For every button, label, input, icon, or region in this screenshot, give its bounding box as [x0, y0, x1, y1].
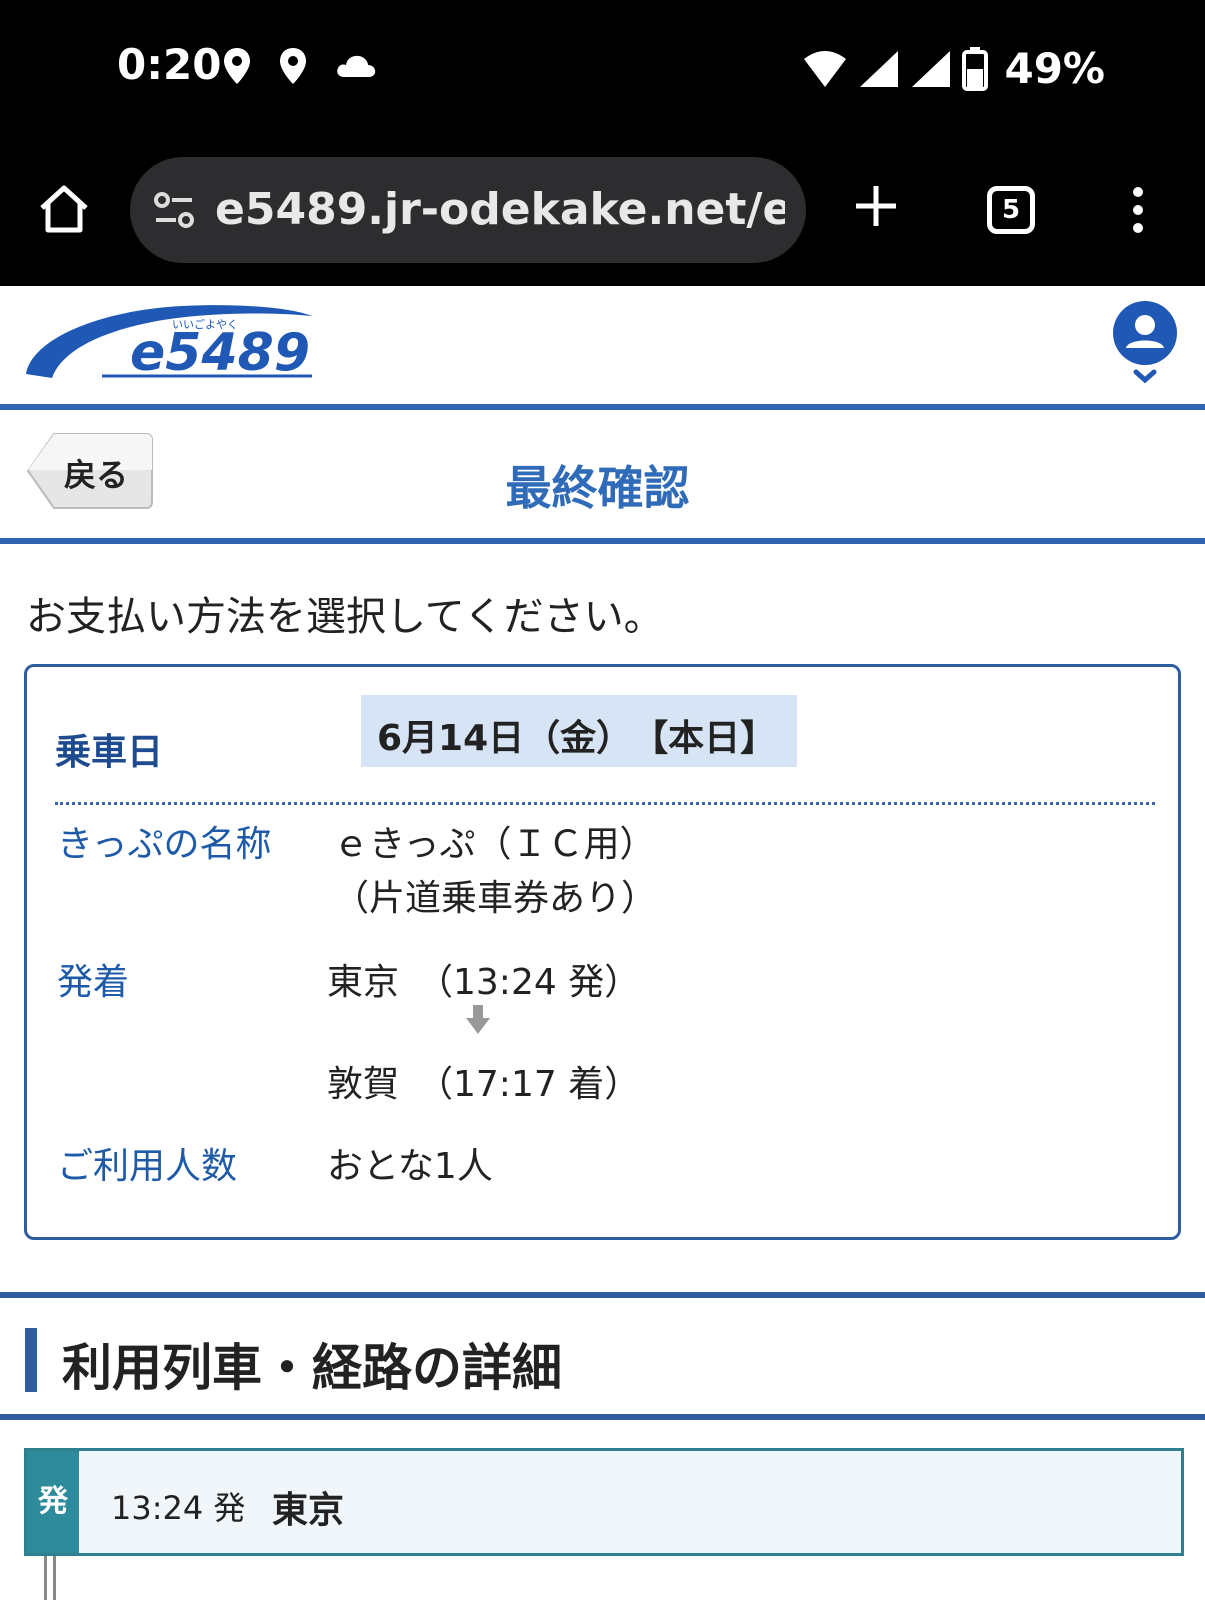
site-header: e5489 いいごよやく	[0, 286, 1205, 410]
home-button[interactable]	[38, 184, 90, 238]
ticket-name-value-line2: （片道乗車券あり）	[333, 878, 658, 919]
url-text[interactable]: e5489.jr-odekake.net/e5489	[215, 184, 785, 235]
more-vert-icon	[1133, 187, 1143, 233]
route-details-heading: 利用列車・経路の詳細	[0, 1292, 1205, 1420]
trip-summary-box: 乗車日 6月14日（金） 【本日】 きっぷの名称 ｅきっぷ（ＩＣ用） （片道乗車…	[24, 664, 1181, 1240]
route-details-title: 利用列車・経路の詳細	[62, 1339, 562, 1397]
page-title: 最終確認	[0, 452, 1205, 518]
departure-station-row: 発 13:24 発 東京	[24, 1448, 1184, 1556]
page-title-text: 最終確認	[505, 461, 690, 515]
status-time: 0:20	[117, 40, 222, 89]
passengers-value: おとな1人	[327, 1146, 493, 1187]
status-icons-left	[222, 46, 378, 86]
signal-icon	[912, 50, 951, 87]
route-timeline-line	[44, 1556, 56, 1600]
wifi-icon	[804, 50, 847, 87]
departure-value: 東京 （13:24 発）	[327, 962, 641, 1003]
e5489-logo: e5489 いいごよやく	[26, 305, 312, 383]
account-menu-button[interactable]	[1112, 300, 1178, 394]
battery-icon	[962, 46, 989, 91]
svg-text:いいごよやく: いいごよやく	[172, 317, 238, 331]
location-pin-icon	[224, 48, 250, 84]
user-account-icon	[1113, 301, 1177, 384]
boarding-date-value: 6月14日（金） 【本日】	[361, 695, 797, 767]
departure-time: 13:24 発	[111, 1489, 246, 1527]
plus-icon	[856, 186, 896, 226]
instruction-text: お支払い方法を選択してください。	[26, 594, 664, 640]
site-settings-icon[interactable]	[152, 190, 196, 230]
departure-station: 東京	[272, 1490, 345, 1531]
status-icons-right: 49%	[802, 44, 1105, 93]
passengers-label: ご利用人数	[57, 1146, 238, 1187]
departure-tag: 発	[27, 1451, 79, 1553]
ticket-name-value-line1: ｅきっぷ（ＩＣ用）	[333, 824, 656, 865]
arrow-down-icon	[466, 1005, 490, 1034]
new-tab-button[interactable]	[853, 183, 899, 233]
boarding-date-label: 乗車日	[55, 732, 164, 773]
browser-toolbar: e5489.jr-odekake.net/e5489 5	[0, 140, 1205, 286]
page-title-bar: 戻る 最終確認	[0, 410, 1205, 544]
home-icon	[40, 185, 88, 233]
battery-percentage: 49%	[1004, 44, 1105, 93]
status-bar: 0:20 49%	[0, 0, 1205, 140]
svg-text:e5489: e5489	[130, 323, 310, 383]
address-bar[interactable]: e5489.jr-odekake.net/e5489	[130, 157, 806, 263]
arrival-value: 敦賀 （17:17 着）	[327, 1064, 641, 1105]
heading-accent-bar	[25, 1328, 37, 1392]
boarding-date-row: 乗車日 6月14日（金） 【本日】	[55, 695, 1155, 805]
signal-icon	[860, 50, 899, 87]
location-pin-icon	[280, 48, 306, 84]
tab-switcher-button[interactable]: 5	[987, 186, 1035, 234]
route-label: 発着	[57, 962, 130, 1003]
cloud-icon	[337, 55, 376, 77]
browser-menu-button[interactable]	[1130, 186, 1146, 238]
ticket-name-label: きっぷの名称	[57, 824, 272, 865]
site-logo[interactable]: e5489 いいごよやく	[22, 298, 322, 392]
